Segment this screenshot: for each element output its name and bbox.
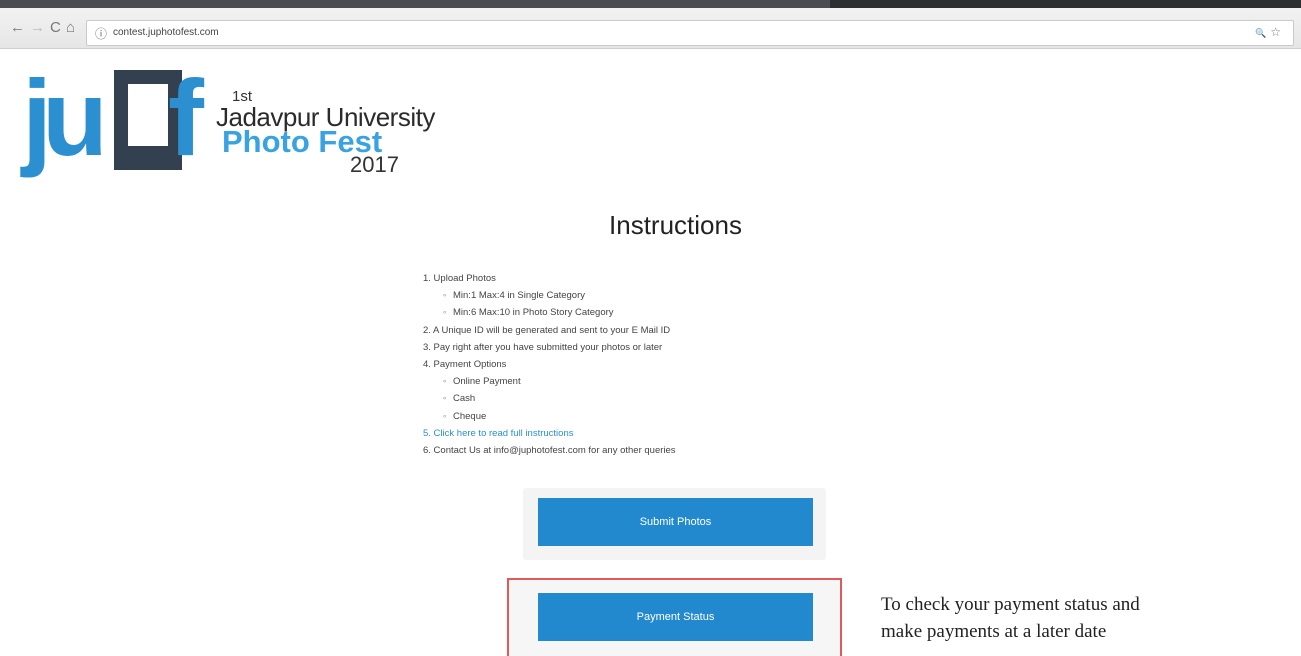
- tab-strip: [830, 0, 1301, 8]
- full-instructions-link[interactable]: 5. Click here to read full instructions: [423, 425, 676, 442]
- reload-icon[interactable]: C: [50, 19, 61, 37]
- forward-arrow-icon[interactable]: →: [30, 19, 45, 37]
- brand-year: 2017: [350, 152, 399, 177]
- page-title: Instructions: [609, 210, 742, 240]
- list-item: 4. Payment Options: [423, 359, 507, 371]
- jupf-logo: ju f: [22, 58, 204, 186]
- zoom-icon[interactable]: 🔍: [1255, 28, 1270, 38]
- list-item: 2. A Unique ID will be generated and sen…: [423, 324, 671, 336]
- list-item: 1. Upload Photos: [423, 273, 496, 284]
- window-top-strip: [0, 0, 1301, 8]
- instructions-list: 1. Upload Photos ◦ Min:1 Max:4 in Single …: [423, 270, 676, 459]
- payment-status-button[interactable]: Payment Status: [538, 593, 813, 641]
- address-bar[interactable]: ⓘ contest.juphotofest.com 🔍☆: [86, 20, 1294, 46]
- home-icon[interactable]: ⌂: [66, 19, 75, 37]
- logo-f-letter: f: [168, 57, 204, 178]
- list-item: 3. Pay right after you have submitted yo…: [423, 341, 663, 353]
- bookmark-star-icon[interactable]: ☆: [1270, 25, 1285, 39]
- browser-toolbar: ← → C ⌂ ⓘ contest.juphotofest.com 🔍☆: [0, 8, 1301, 49]
- annotation-line-2: make payments at a later date: [881, 621, 1107, 642]
- address-url[interactable]: contest.juphotofest.com: [113, 27, 219, 38]
- list-item: ◦ Cash: [443, 393, 476, 405]
- back-arrow-icon[interactable]: ←: [10, 19, 25, 37]
- submit-photos-button[interactable]: Submit Photos: [538, 498, 813, 546]
- list-item: ◦ Online Payment: [443, 376, 521, 388]
- annotation-line-1: To check your payment status and: [881, 594, 1140, 615]
- list-item: 6. Contact Us at info@juphotofest.com fo…: [423, 445, 676, 457]
- site-info-icon[interactable]: ⓘ: [95, 25, 107, 42]
- annotation-note: To check your payment status and make pa…: [881, 591, 1140, 645]
- list-item: ◦ Min:1 Max:4 in Single Category: [443, 290, 586, 302]
- list-item: ◦ Min:6 Max:10 in Photo Story Category: [443, 307, 614, 319]
- logo-ju-letters: ju: [22, 57, 108, 178]
- list-item: ◦ Cheque: [443, 410, 487, 422]
